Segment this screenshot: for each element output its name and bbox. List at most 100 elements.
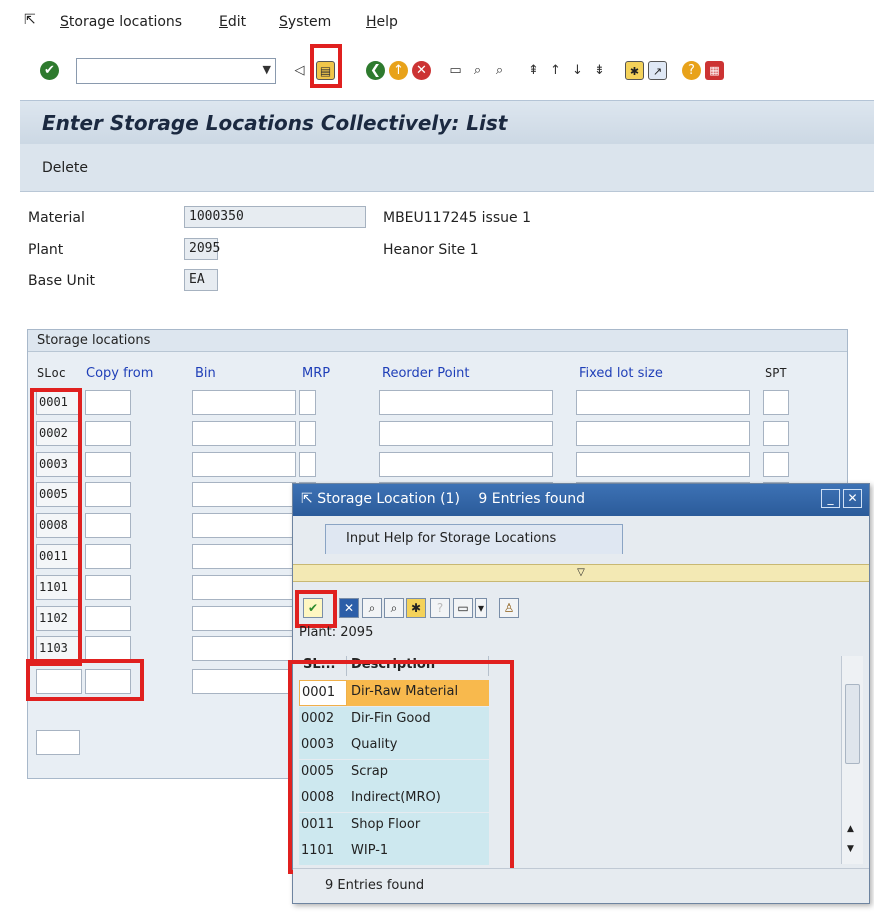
copy-from-field[interactable]	[85, 513, 131, 539]
save-highlight	[310, 44, 342, 88]
fixed-lot-size-field[interactable]	[576, 420, 750, 446]
page-title: Enter Storage Locations Collectively: Li…	[42, 111, 508, 135]
plant-label: Plant	[28, 242, 64, 258]
bin-field[interactable]	[192, 544, 296, 569]
bin-field[interactable]	[192, 574, 296, 600]
reorder-point-field[interactable]	[379, 420, 553, 446]
copy-from-field[interactable]	[85, 390, 131, 415]
spt-field[interactable]	[763, 451, 789, 477]
next-page-icon[interactable]: ↓	[568, 61, 587, 80]
reorder-point-field[interactable]	[379, 451, 553, 477]
menu-bar: ⇱ Storage locations Edit System Help	[0, 0, 874, 44]
spt-field[interactable]	[763, 390, 789, 415]
plant-field[interactable]: 2095	[184, 238, 220, 260]
copy-from-field[interactable]	[85, 544, 131, 569]
copy-from-field[interactable]	[85, 636, 131, 662]
shortcut-icon[interactable]: ↗	[648, 61, 667, 80]
col-reorder-point: Reorder Point	[382, 366, 470, 381]
vertical-scrollbar[interactable]: ▲ ▼	[841, 656, 863, 864]
bin-field[interactable]	[192, 390, 296, 415]
col-sloc: SLoc	[37, 366, 66, 380]
bin-field[interactable]	[192, 636, 296, 662]
new-bin-field[interactable]	[192, 669, 296, 694]
plant-line: Plant: 2095	[299, 625, 374, 640]
popup-menu-icon[interactable]: ⇱	[301, 491, 313, 507]
find-icon[interactable]: ⌕	[468, 61, 487, 80]
reorder-point-field[interactable]	[379, 390, 553, 415]
copy-from-field[interactable]	[85, 420, 131, 446]
application-toolbar: Delete	[20, 144, 874, 192]
bin-field[interactable]	[192, 420, 296, 446]
new-window-icon[interactable]: ✱	[406, 598, 426, 618]
mrp-field[interactable]	[299, 390, 316, 415]
menu-system[interactable]: System	[279, 14, 331, 30]
exit-icon[interactable]: ↑	[389, 61, 408, 80]
storage-locations-group-title: Storage locations	[28, 330, 847, 352]
cancel-x-icon[interactable]: ✕	[339, 598, 359, 618]
fixed-lot-size-field[interactable]	[576, 390, 750, 415]
menu-exit-icon[interactable]: ⇱	[24, 12, 36, 28]
new-session-icon[interactable]: ✱	[625, 61, 644, 80]
print-icon[interactable]: ▭	[453, 598, 473, 618]
popup-title-bar: ⇱ Storage Location (1) 9 Entries found _…	[293, 484, 869, 516]
bin-field[interactable]	[192, 482, 296, 508]
bin-field[interactable]	[192, 513, 296, 539]
enter-icon[interactable]: ✔	[40, 61, 59, 80]
close-icon[interactable]: ✕	[843, 489, 862, 508]
command-field[interactable]: ▼	[76, 58, 276, 84]
print-options-icon[interactable]: ▾	[475, 598, 487, 618]
mrp-field[interactable]	[299, 451, 316, 477]
last-page-icon[interactable]: ⇟	[590, 61, 609, 80]
col-fixed-lot-size: Fixed lot size	[579, 366, 663, 381]
back-arrow-icon[interactable]: ◁	[290, 61, 309, 80]
personal-list-icon[interactable]: ♙	[499, 598, 519, 618]
copy-from-field[interactable]	[85, 451, 131, 477]
popup-status-bar: 9 Entries found	[293, 868, 869, 903]
copy-from-field[interactable]	[85, 605, 131, 631]
copy-from-field[interactable]	[85, 482, 131, 508]
delete-button[interactable]: Delete	[42, 160, 88, 176]
help-icon[interactable]: ?	[682, 61, 701, 80]
new-row-highlight	[26, 659, 144, 701]
popup-entries-title: 9 Entries found	[478, 491, 586, 507]
col-spt: SPT	[765, 366, 787, 380]
menu-storage-locations[interactable]: Storage locations	[60, 14, 182, 30]
extra-field[interactable]	[36, 730, 80, 755]
find-next-icon[interactable]: ⌕	[490, 61, 509, 80]
base-unit-field[interactable]: EA	[184, 269, 218, 291]
material-label: Material	[28, 210, 85, 226]
bin-field[interactable]	[192, 605, 296, 631]
plant-description: Heanor Site 1	[383, 242, 479, 258]
copy-from-field[interactable]	[85, 574, 131, 600]
standard-toolbar: ✔ ▼ ◁ ▤ ❮ ↑ ✕ ▭ ⌕ ⌕ ⇞ ↑ ↓ ⇟ ✱ ↗ ? ▦	[0, 44, 874, 100]
find-icon[interactable]: ⌕	[362, 598, 382, 618]
spt-field[interactable]	[763, 420, 789, 446]
scroll-up-icon[interactable]: ▲	[847, 824, 854, 834]
minimize-icon[interactable]: _	[821, 489, 840, 508]
col-mrp: MRP	[302, 366, 331, 381]
print-icon[interactable]: ▭	[446, 61, 465, 80]
mrp-field[interactable]	[299, 420, 316, 446]
col-copy-from: Copy from	[86, 366, 154, 381]
title-bar: Enter Storage Locations Collectively: Li…	[20, 100, 874, 144]
bin-field[interactable]	[192, 451, 296, 477]
result-list-highlight	[288, 660, 514, 874]
sloc-column-highlight	[30, 388, 82, 666]
popup-title: Storage Location (1)	[317, 491, 460, 507]
material-field[interactable]: 1000350	[184, 206, 366, 228]
tab-input-help[interactable]: Input Help for Storage Locations	[325, 524, 623, 554]
first-page-icon[interactable]: ⇞	[524, 61, 543, 80]
menu-edit[interactable]: Edit	[219, 14, 246, 30]
cancel-icon[interactable]: ✕	[412, 61, 431, 80]
restrictions-toggle[interactable]: ▽	[293, 564, 869, 582]
scroll-down-icon[interactable]: ▼	[847, 844, 854, 854]
find-next-icon[interactable]: ⌕	[384, 598, 404, 618]
back-icon[interactable]: ❮	[366, 61, 385, 80]
chevron-down-icon[interactable]: ▼	[263, 63, 271, 76]
menu-help[interactable]: Help	[366, 14, 398, 30]
info-icon[interactable]: ?	[430, 598, 450, 618]
fixed-lot-size-field[interactable]	[576, 451, 750, 477]
scroll-thumb[interactable]	[845, 684, 860, 764]
prev-page-icon[interactable]: ↑	[546, 61, 565, 80]
layout-icon[interactable]: ▦	[705, 61, 724, 80]
